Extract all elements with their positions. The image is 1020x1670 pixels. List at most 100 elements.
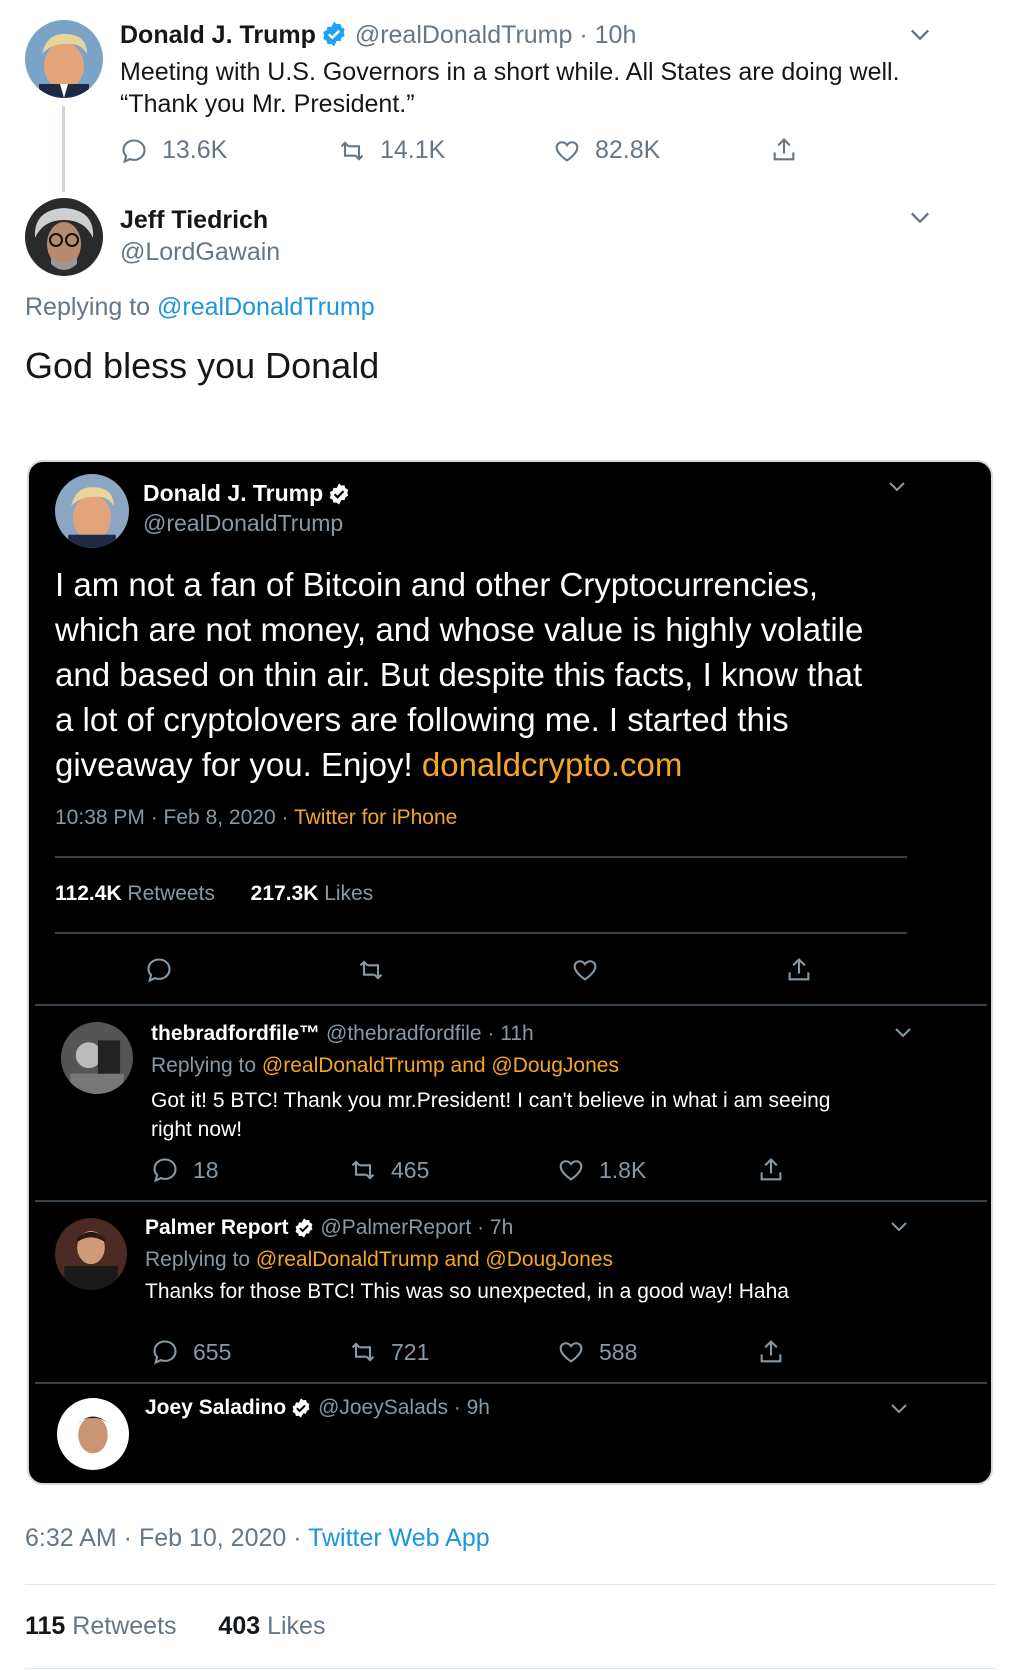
main-tweet-header: Donald J. Trump @realDonaldTrump · 10h bbox=[120, 20, 636, 50]
tweet-source[interactable]: Twitter Web App bbox=[308, 1524, 490, 1552]
reply-handle: @PalmerReport · 7h bbox=[320, 1216, 514, 1239]
embedded-text-line: and based on thin air. But despite this … bbox=[55, 656, 863, 693]
retweet-icon bbox=[357, 956, 385, 984]
reply-replying-prefix: Replying to bbox=[145, 1248, 251, 1271]
embedded-actions bbox=[29, 952, 991, 992]
embedded-retweet-count: 112.4K bbox=[55, 882, 122, 905]
share-button[interactable] bbox=[770, 136, 798, 164]
embedded-text-line: giveaway for you. Enjoy! bbox=[55, 746, 413, 783]
reply-header: Palmer Report @PalmerReport · 7h bbox=[145, 1216, 513, 1240]
embedded-like-label: Likes bbox=[324, 882, 374, 905]
reply-replying-prefix: Replying to bbox=[151, 1054, 257, 1077]
reply-replying-to: Replying to @realDonaldTrump and @DougJo… bbox=[151, 1054, 619, 1078]
replying-prefix: Replying to bbox=[25, 293, 151, 321]
retweets-label: Retweets bbox=[72, 1612, 177, 1640]
replying-to: Replying to @realDonaldTrump bbox=[25, 293, 375, 322]
chevron-down-icon bbox=[887, 1396, 911, 1420]
comment-icon bbox=[145, 956, 173, 984]
jeff-avatar[interactable] bbox=[25, 198, 103, 276]
tweet-time[interactable]: · 10h bbox=[579, 21, 636, 49]
embedded-like-count: 217.3K bbox=[250, 882, 319, 905]
reply-name: thebradfordfile™ bbox=[151, 1022, 321, 1045]
heart-icon bbox=[571, 956, 599, 984]
embedded-trump-avatar bbox=[55, 474, 129, 548]
retweet-icon bbox=[338, 137, 366, 165]
chevron-down-icon[interactable] bbox=[906, 203, 934, 231]
likes-stat[interactable]: 403 Likes bbox=[218, 1612, 325, 1640]
tweet-meta: 6:32 AM · Feb 10, 2020 · Twitter Web App bbox=[25, 1524, 490, 1553]
embedded-meta: 10:38 PM · Feb 8, 2020 · Twitter for iPh… bbox=[55, 806, 457, 830]
reply-author-name[interactable]: Jeff Tiedrich bbox=[120, 204, 280, 236]
embedded-stats: 112.4K Retweets 217.3K Likes bbox=[55, 882, 373, 906]
reply-count: 655 bbox=[193, 1338, 232, 1365]
like-button[interactable]: 82.8K bbox=[553, 136, 660, 165]
reply-author-handle[interactable]: @LordGawain bbox=[120, 236, 280, 268]
reply-count: 18 bbox=[193, 1156, 219, 1183]
joey-avatar bbox=[57, 1398, 129, 1470]
divider bbox=[25, 1584, 995, 1585]
retweet-count: 465 bbox=[391, 1156, 430, 1183]
share-icon bbox=[770, 136, 798, 164]
reply-header: thebradfordfile™ @thebradfordfile · 11h bbox=[151, 1022, 534, 1046]
reply-tweet-header: Jeff Tiedrich @LordGawain bbox=[120, 204, 280, 268]
verified-badge-icon bbox=[320, 20, 348, 48]
reply-header: Joey Saladino @JoeySalads · 9h bbox=[145, 1396, 490, 1420]
main-tweet-line2: “Thank you Mr. President.” bbox=[120, 90, 415, 118]
retweets-count: 115 bbox=[25, 1612, 66, 1640]
embedded-text-line: I am not a fan of Bitcoin and other Cryp… bbox=[55, 566, 819, 603]
thread-line bbox=[62, 106, 65, 192]
reply-replying-link: @realDonaldTrump and @DougJones bbox=[261, 1054, 619, 1077]
bradford-avatar bbox=[61, 1022, 133, 1094]
reply-text: Got it! 5 BTC! Thank you mr.President! I… bbox=[151, 1086, 830, 1144]
embedded-screenshot: Donald J. Trump @realDonaldTrump I am no… bbox=[27, 460, 993, 1485]
reply-like: 1.8K bbox=[557, 1156, 646, 1184]
verified-badge-icon bbox=[293, 1217, 315, 1239]
reply-text-line: right now! bbox=[151, 1118, 243, 1141]
embedded-reply: Palmer Report @PalmerReport · 7h Replyin… bbox=[35, 1200, 987, 1382]
like-count: 588 bbox=[599, 1338, 638, 1365]
palmer-avatar bbox=[55, 1218, 127, 1290]
author-handle[interactable]: @realDonaldTrump bbox=[355, 21, 573, 49]
embedded-text-line: which are not money, and whose value is … bbox=[55, 611, 864, 648]
like-count: 82.8K bbox=[595, 136, 661, 164]
embedded-author-name: Donald J. Trump bbox=[143, 480, 324, 506]
likes-label: Likes bbox=[267, 1612, 326, 1640]
chevron-down-icon[interactable] bbox=[906, 20, 934, 48]
trump-avatar[interactable] bbox=[25, 20, 103, 98]
reply-comment: 655 bbox=[151, 1338, 231, 1366]
likes-count: 403 bbox=[218, 1612, 261, 1640]
embedded-author-handle: @realDonaldTrump bbox=[143, 510, 344, 536]
author-name[interactable]: Donald J. Trump bbox=[120, 21, 316, 49]
replying-to-link[interactable]: @realDonaldTrump bbox=[157, 293, 375, 321]
tweet-timestamp[interactable]: 6:32 AM · Feb 10, 2020 · bbox=[25, 1524, 302, 1552]
embedded-link: donaldcrypto.com bbox=[421, 746, 683, 783]
tweet-stats: 115 Retweets 403 Likes bbox=[25, 1612, 325, 1641]
embedded-text-line: a lot of cryptolovers are following me. … bbox=[55, 701, 789, 738]
embedded-retweet-label: Retweets bbox=[127, 882, 215, 905]
reply-comment: 18 bbox=[151, 1156, 219, 1184]
divider bbox=[25, 1668, 995, 1669]
reply-text-line: Got it! 5 BTC! Thank you mr.President! I… bbox=[151, 1089, 831, 1112]
retweet-button[interactable]: 14.1K bbox=[338, 136, 445, 165]
retweet-count: 14.1K bbox=[380, 136, 446, 164]
reply-name: Palmer Report bbox=[145, 1216, 289, 1239]
retweets-stat[interactable]: 115 Retweets bbox=[25, 1612, 177, 1640]
embedded-tweet-text: I am not a fan of Bitcoin and other Cryp… bbox=[55, 562, 965, 787]
reply-text: Thanks for those BTC! This was so unexpe… bbox=[145, 1280, 789, 1303]
reply-count: 13.6K bbox=[162, 136, 228, 164]
reply-like: 588 bbox=[557, 1338, 637, 1366]
reply-replying-link: @realDonaldTrump and @DougJones bbox=[255, 1248, 613, 1271]
embedded-timestamp: 10:38 PM · Feb 8, 2020 · bbox=[55, 806, 289, 829]
reply-name: Joey Saladino bbox=[145, 1396, 287, 1419]
reply-replying-to: Replying to @realDonaldTrump and @DougJo… bbox=[145, 1248, 613, 1272]
chevron-down-icon bbox=[887, 1214, 911, 1238]
main-tweet-line1: Meeting with U.S. Governors in a short w… bbox=[120, 58, 900, 86]
embedded-source: Twitter for iPhone bbox=[293, 806, 458, 829]
chevron-down-icon bbox=[891, 1020, 915, 1044]
divider bbox=[55, 932, 907, 934]
like-count: 1.8K bbox=[599, 1156, 647, 1183]
share-icon bbox=[785, 956, 813, 984]
reply-button[interactable]: 13.6K bbox=[120, 136, 227, 165]
heart-icon bbox=[553, 137, 581, 165]
reply-tweet-text: God bless you Donald bbox=[25, 345, 380, 386]
